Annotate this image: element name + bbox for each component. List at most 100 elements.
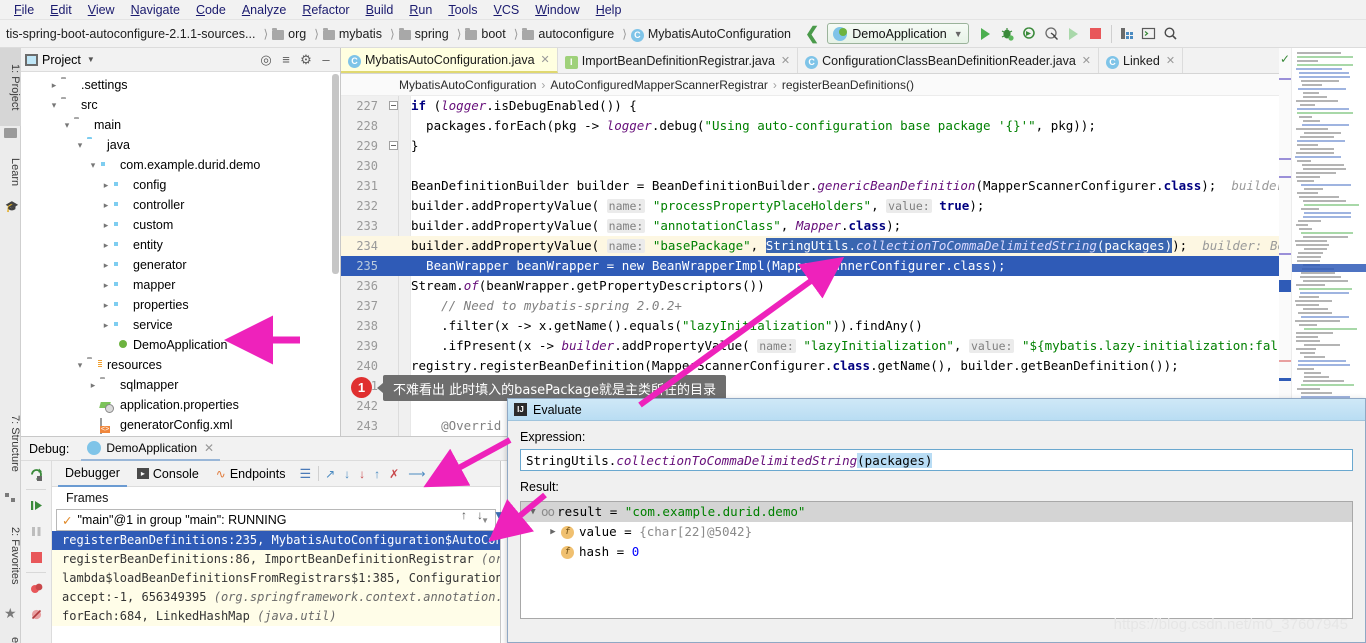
mute-breakpoints-icon[interactable]	[21, 601, 51, 627]
evaluate-expression-icon[interactable]: ⟶	[405, 467, 428, 481]
editor-tab-3[interactable]: C Linked ✕	[1099, 48, 1184, 73]
close-icon[interactable]: ✕	[781, 54, 790, 67]
locate-icon[interactable]: ◎	[256, 52, 276, 68]
back-navigation-icon[interactable]: ❮	[805, 24, 819, 44]
tree-node-entity[interactable]: entity	[21, 235, 340, 255]
breadcrumb-item[interactable]: ⟩ spring	[384, 27, 451, 41]
rerun-icon[interactable]	[21, 461, 51, 487]
chevron-right-icon[interactable]	[99, 240, 113, 251]
tree-node-src[interactable]: src	[21, 95, 340, 115]
rerun-button[interactable]	[1063, 23, 1085, 45]
build-button[interactable]	[1116, 23, 1138, 45]
chevron-down-icon[interactable]	[60, 120, 74, 131]
chevron-right-icon[interactable]	[47, 80, 61, 91]
chevron-right-icon[interactable]	[99, 180, 113, 191]
menu-item-code[interactable]: Code	[188, 2, 234, 18]
breadcrumb-item[interactable]: ⟩ mybatis	[308, 27, 384, 41]
tree-node-main[interactable]: main	[21, 115, 340, 135]
close-icon[interactable]: ✕	[204, 441, 214, 455]
chevron-down-icon[interactable]	[47, 100, 61, 111]
sidebar-item-favorites[interactable]: 2: Favorites	[0, 510, 21, 602]
hide-icon[interactable]: –	[316, 52, 336, 67]
breadcrumb-item[interactable]: tis-spring-boot-autoconfigure-2.1.1-sour…	[4, 27, 257, 41]
close-icon[interactable]: ✕	[1082, 54, 1091, 67]
step-into-icon[interactable]: ↓	[356, 467, 368, 481]
sidebar-item-project[interactable]: 1: Project	[0, 48, 21, 126]
result-row[interactable]: f hash = 0	[521, 542, 1352, 562]
view-breakpoints-icon[interactable]	[21, 575, 51, 601]
chevron-right-icon[interactable]	[99, 320, 113, 331]
tree-node-generatorconfig-xml[interactable]: generatorConfig.xml	[21, 415, 340, 435]
menu-item-vcs[interactable]: VCS	[486, 2, 528, 18]
step-out-icon[interactable]: ↑	[371, 467, 383, 481]
chevron-right-icon[interactable]	[99, 220, 113, 231]
project-tree[interactable]: .settings src main java com.example.durid.de…	[21, 72, 340, 435]
tree-node-java[interactable]: java	[21, 135, 340, 155]
chevron-right-icon[interactable]: ▶	[545, 522, 561, 542]
editor-marker-bar[interactable]: ✓	[1279, 48, 1291, 436]
editor-tab-2[interactable]: C ConfigurationClassBeanDefinitionReader.…	[798, 48, 1099, 73]
close-icon[interactable]: ✕	[541, 53, 550, 66]
tree-node-demoapplication[interactable]: DemoApplication	[21, 335, 340, 355]
frame-row[interactable]: registerBeanDefinitions:235, MybatisAuto…	[52, 531, 500, 550]
frames-list[interactable]: registerBeanDefinitions:235, MybatisAuto…	[52, 531, 500, 626]
menu-item-edit[interactable]: Edit	[42, 2, 80, 18]
sidebar-item-learn[interactable]: Learn	[0, 146, 21, 198]
chevron-down-icon[interactable]: ▼	[87, 55, 95, 64]
expression-input[interactable]: StringUtils.collectionToCommaDelimitedSt…	[520, 449, 1353, 471]
debug-button[interactable]	[997, 23, 1019, 45]
chevron-right-icon[interactable]	[99, 200, 113, 211]
collapse-all-icon[interactable]: ≡	[276, 52, 296, 67]
menu-item-run[interactable]: Run	[401, 2, 440, 18]
run-with-coverage-button[interactable]	[1019, 23, 1041, 45]
menu-item-navigate[interactable]: Navigate	[123, 2, 188, 18]
sidebar-item-web[interactable]: eb	[0, 628, 21, 643]
project-tree-scrollbar[interactable]	[332, 74, 339, 274]
frame-row[interactable]: forEach:684, LinkedHashMap (java.util)	[52, 607, 500, 626]
frame-row[interactable]: lambda$loadBeanDefinitionsFromRegistrars…	[52, 569, 500, 588]
debug-session-tab[interactable]: DemoApplication ✕	[81, 436, 221, 461]
profile-button[interactable]	[1041, 23, 1063, 45]
tree-node--settings[interactable]: .settings	[21, 75, 340, 95]
tree-node-mapper[interactable]: mapper	[21, 275, 340, 295]
chevron-right-icon[interactable]	[99, 280, 113, 291]
editor-tab-1[interactable]: I ImportBeanDefinitionRegistrar.java ✕	[558, 48, 799, 73]
tree-node-com-example-durid-demo[interactable]: com.example.durid.demo	[21, 155, 340, 175]
run-to-cursor-icon[interactable]: ✗	[386, 467, 402, 481]
run-configuration-selector[interactable]: DemoApplication ▼	[827, 23, 969, 44]
menu-item-view[interactable]: View	[80, 2, 123, 18]
sidebar-item-structure[interactable]: 7: Structure	[0, 398, 21, 488]
open-terminal-button[interactable]	[1138, 23, 1160, 45]
breadcrumb-item[interactable]: ⟩ C MybatisAutoConfiguration	[616, 27, 793, 42]
layout-icon[interactable]: ☰	[299, 466, 311, 482]
chevron-down-icon[interactable]: ▼	[525, 502, 541, 522]
step-over-icon[interactable]: ↓	[341, 467, 353, 481]
chevron-down-icon[interactable]	[73, 140, 87, 151]
menu-item-refactor[interactable]: Refactor	[294, 2, 357, 18]
code-breadcrumb-item[interactable]: MybatisAutoConfiguration	[399, 78, 536, 92]
editor-minimap[interactable]	[1291, 48, 1366, 436]
menu-item-tools[interactable]: Tools	[440, 2, 485, 18]
chevron-right-icon[interactable]	[99, 300, 113, 311]
menu-item-analyze[interactable]: Analyze	[234, 2, 294, 18]
tree-node-generator[interactable]: generator	[21, 255, 340, 275]
tree-node-controller[interactable]: controller	[21, 195, 340, 215]
result-tree[interactable]: ▼ oo result = "com.example.durid.demo" ▶ f va…	[520, 501, 1353, 619]
filter-icon[interactable]: ▼	[493, 508, 505, 522]
chevron-right-icon[interactable]	[86, 380, 100, 391]
show-execution-point-icon[interactable]: ↗	[322, 467, 338, 481]
stop-icon[interactable]	[21, 544, 51, 570]
tree-node-sqlmapper[interactable]: sqlmapper	[21, 375, 340, 395]
menu-item-file[interactable]: File	[6, 2, 42, 18]
menu-item-build[interactable]: Build	[358, 2, 402, 18]
code-breadcrumb-item[interactable]: AutoConfiguredMapperScannerRegistrar	[550, 78, 767, 92]
breadcrumb-item[interactable]: ⟩ autoconfigure	[508, 27, 616, 41]
result-row[interactable]: ▼ oo result = "com.example.durid.demo"	[521, 502, 1352, 522]
thread-selector[interactable]: ✓ "main"@1 in group "main": RUNNING ▼	[56, 509, 496, 531]
chevron-down-icon[interactable]	[73, 360, 87, 371]
menu-item-help[interactable]: Help	[588, 2, 630, 18]
tree-node-properties[interactable]: properties	[21, 295, 340, 315]
tree-node-service[interactable]: service	[21, 315, 340, 335]
up-icon[interactable]: ↑	[461, 508, 467, 522]
result-row[interactable]: ▶ f value = {char[22]@5042}	[521, 522, 1352, 542]
